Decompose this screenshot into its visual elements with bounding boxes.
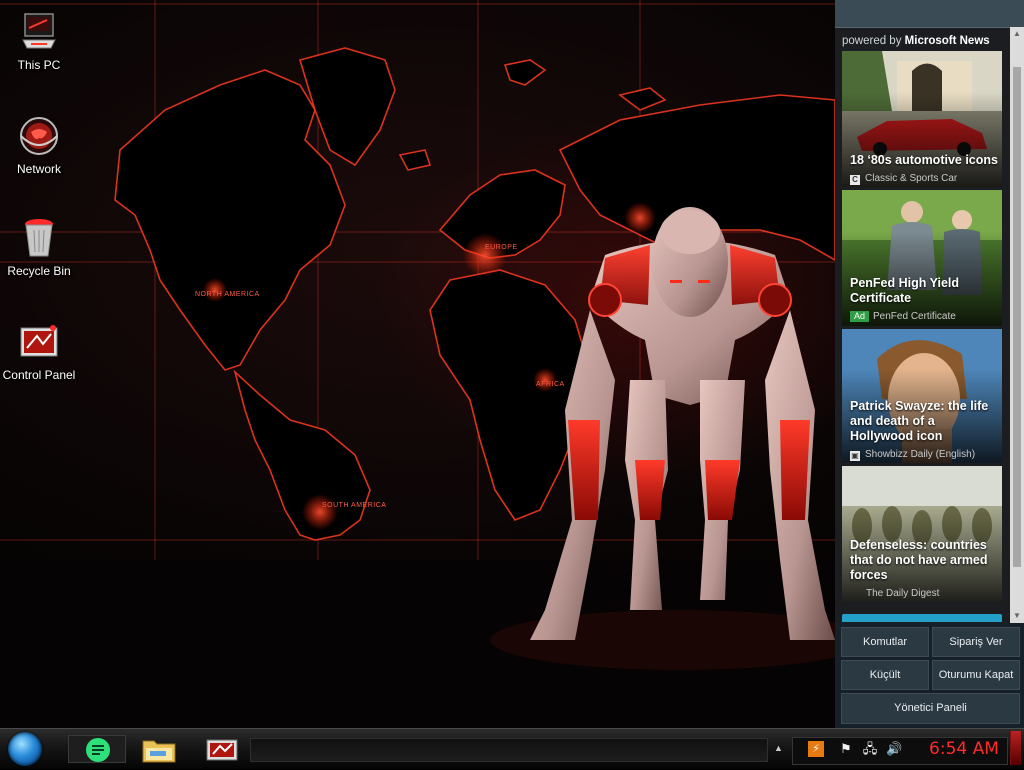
news-card-source-name: PenFed Certificate bbox=[873, 311, 956, 322]
desktop-icon-network[interactable]: Network bbox=[0, 114, 78, 176]
news-card-source-name: Showbizz Daily (English) bbox=[865, 449, 976, 460]
oturumu-kapat-button[interactable]: Oturumu Kapat bbox=[932, 660, 1020, 690]
tray-app-icon[interactable]: ⚡ bbox=[808, 741, 824, 757]
news-card[interactable]: Patrick Swayze: the life and death of a … bbox=[842, 329, 1002, 463]
news-card[interactable]: 18 ‘80s automotive icons C Classic & Spor… bbox=[842, 51, 1002, 187]
action-center-flag-icon[interactable]: ⚑ bbox=[838, 741, 854, 757]
news-card-source: Ad PenFed Certificate bbox=[850, 311, 998, 323]
notes-app-icon bbox=[86, 738, 110, 762]
globe-network-icon bbox=[17, 114, 61, 158]
taskbar-control-panel[interactable] bbox=[204, 735, 240, 763]
file-explorer-icon bbox=[142, 740, 176, 763]
desktop-icon-label: Network bbox=[16, 162, 61, 176]
ad-badge: Ad bbox=[850, 311, 870, 322]
taskbar-notes-app[interactable] bbox=[68, 735, 126, 763]
news-header-bar[interactable] bbox=[835, 0, 1024, 28]
kucult-button[interactable]: Küçült bbox=[841, 660, 929, 690]
news-card-source: ▣ Showbizz Daily (English) bbox=[850, 449, 998, 461]
map-label-south-america: SOUTH AMERICA bbox=[322, 502, 386, 509]
siparis-ver-button[interactable]: Sipariş Ver bbox=[932, 627, 1020, 657]
world-map-robot-art: NORTH AMERICA SOUTH AMERICA EUROPE AFRIC… bbox=[0, 0, 835, 728]
news-scrollbar[interactable]: ▲ ▼ bbox=[1010, 27, 1024, 623]
scroll-down-arrow-icon[interactable]: ▼ bbox=[1010, 609, 1024, 623]
news-card-title: Defenseless: countries that do not have … bbox=[850, 538, 988, 582]
komutlar-button[interactable]: Komutlar bbox=[841, 627, 929, 657]
recycle-bin-icon bbox=[17, 216, 61, 260]
desktop-icon-recycle-bin[interactable]: Recycle Bin bbox=[0, 216, 78, 278]
news-card-title: 18 ‘80s automotive icons bbox=[850, 153, 998, 167]
news-card-source-name: Classic & Sports Car bbox=[865, 173, 958, 184]
desktop-icon-label: This PC bbox=[17, 58, 61, 72]
powered-by-prefix: powered by bbox=[842, 35, 902, 47]
network-icon[interactable]: 🖧 bbox=[862, 741, 878, 757]
scroll-up-arrow-icon[interactable]: ▲ bbox=[1010, 27, 1024, 41]
news-search-bar[interactable] bbox=[842, 614, 1002, 622]
news-card-title: PenFed High Yield Certificate bbox=[850, 276, 960, 305]
desktop-icon-label: Control Panel bbox=[2, 368, 76, 382]
desktop-icon-label: Recycle Bin bbox=[7, 264, 71, 278]
command-panel: Komutlar Sipariş Ver Küçült Oturumu Kapa… bbox=[835, 623, 1024, 728]
news-sidebar: powered by Microsoft News 18 ‘80s automo… bbox=[835, 0, 1024, 728]
source-logo-icon: ▣ bbox=[850, 451, 860, 461]
control-panel-icon bbox=[17, 320, 61, 364]
news-card-source: C Classic & Sports Car bbox=[850, 173, 998, 185]
show-desktop-button[interactable] bbox=[1010, 731, 1021, 765]
powered-by-brand: Microsoft News bbox=[904, 35, 990, 47]
source-logo-icon: C bbox=[850, 175, 860, 185]
map-label-north-america: NORTH AMERICA bbox=[195, 291, 260, 298]
taskbar-file-explorer[interactable] bbox=[140, 735, 178, 763]
clock[interactable]: 6:54 AM bbox=[924, 739, 1004, 759]
yonetici-paneli-button[interactable]: Yönetici Paneli bbox=[841, 693, 1020, 724]
news-card-source: The Daily Digest bbox=[866, 588, 940, 599]
control-panel-icon bbox=[206, 739, 238, 761]
taskbar: ▲ ⚡ ⚑ 🖧 🔊 6:54 AM bbox=[0, 728, 1024, 769]
scrollbar-thumb[interactable] bbox=[1013, 67, 1021, 567]
volume-icon[interactable]: 🔊 bbox=[886, 741, 902, 757]
news-card-title: Patrick Swayze: the life and death of a … bbox=[850, 399, 989, 443]
tray-overflow-arrow-icon[interactable]: ▲ bbox=[774, 743, 784, 753]
news-card[interactable]: Defenseless: countries that do not have … bbox=[842, 466, 1002, 602]
map-label-europe: EUROPE bbox=[485, 244, 518, 251]
map-label-africa: AFRICA bbox=[536, 381, 565, 388]
powered-by-text: powered by Microsoft News bbox=[835, 28, 1024, 49]
taskbar-running-apps-area bbox=[250, 738, 768, 762]
desktop-icon-this-pc[interactable]: This PC bbox=[0, 10, 78, 72]
computer-icon bbox=[17, 10, 61, 54]
news-card-ad[interactable]: PenFed High Yield Certificate Ad PenFed C… bbox=[842, 190, 1002, 326]
start-button[interactable] bbox=[8, 732, 42, 766]
desktop-icon-control-panel[interactable]: Control Panel bbox=[0, 320, 78, 382]
